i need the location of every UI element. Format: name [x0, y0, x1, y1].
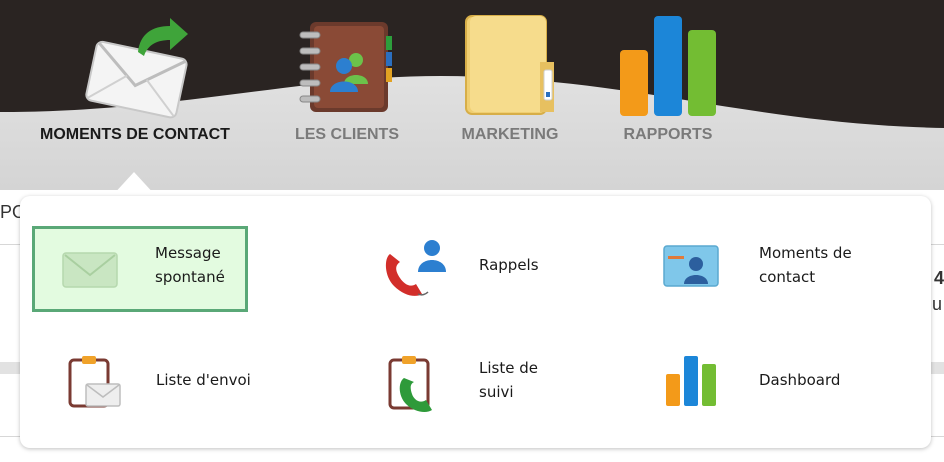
background-text-fragment: 4 [934, 268, 944, 288]
menu-item-liste-de-suivi[interactable]: Liste de suivi [376, 344, 616, 424]
menu-item-label: contact [759, 268, 816, 286]
dropdown-menu: Message spontané Rappels Moments de cont… [20, 196, 931, 448]
menu-item-rappels[interactable]: Rappels [376, 226, 606, 306]
menu-item-label: Message [155, 244, 221, 262]
clipboard-envelope-icon [68, 356, 121, 408]
menu-item-label: spontané [155, 268, 225, 286]
menu-item-liste-d-envoi[interactable]: Liste d'envoi [56, 344, 296, 414]
envelope-arrow-icon [85, 18, 188, 119]
menu-item-label: Rappels [479, 256, 539, 274]
folder-icon [465, 15, 554, 115]
background-text-fragment: u [932, 294, 943, 314]
bar-chart-icon [666, 356, 716, 406]
menu-item-dashboard[interactable]: Dashboard [656, 344, 896, 414]
tab-label: LES CLIENTS [294, 126, 399, 143]
phone-person-icon [385, 240, 446, 296]
menu-item-moments-de-contact[interactable]: Moments de contact [656, 226, 916, 306]
tab-label: MOMENTS DE CONTACT [40, 126, 230, 143]
tab-label: RAPPORTS [623, 126, 713, 143]
tab-les-clients[interactable]: LES CLIENTS [272, 0, 422, 160]
menu-item-label: Dashboard [759, 371, 841, 389]
menu-item-label: suivi [479, 383, 514, 401]
menu-item-message-spontane[interactable]: Message spontané [32, 226, 248, 312]
bar-chart-icon [620, 16, 716, 116]
menu-item-label: Liste d'envoi [156, 371, 251, 389]
dropdown-pointer [112, 172, 156, 196]
contact-card-icon [663, 245, 719, 287]
clipboard-phone-icon [388, 356, 432, 412]
tab-marketing[interactable]: MARKETING [440, 0, 580, 160]
tab-label: MARKETING [461, 126, 559, 143]
tab-moments-de-contact[interactable]: MOMENTS DE CONTACT [30, 0, 240, 160]
address-book-icon [299, 22, 392, 112]
menu-item-label: Liste de [479, 359, 538, 377]
menu-item-label: Moments de [759, 244, 852, 262]
envelope-icon [62, 252, 118, 288]
tab-rapports[interactable]: RAPPORTS [598, 0, 738, 160]
